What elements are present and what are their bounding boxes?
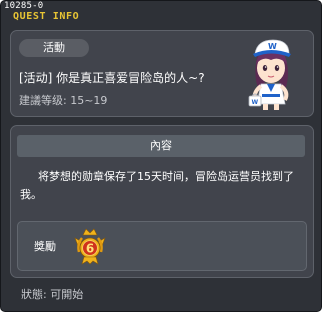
quest-description: 将梦想的勋章保存了15天时间，冒险岛运营员找到了我。 — [20, 170, 294, 201]
title-bar[interactable]: 10285-0 QUEST INFO — [1, 1, 321, 27]
quest-summary-panel: 活動 [活动] 你是真正喜爱冒险岛的人~? 建議等级: 15~19 W W — [10, 30, 314, 117]
svg-text:W: W — [268, 42, 277, 51]
quest-info-window: 10285-0 QUEST INFO 活動 [活动] 你是真正喜爱冒险岛的人~?… — [0, 0, 322, 312]
quest-type-tag: 活動 — [19, 39, 89, 57]
medal-icon[interactable]: 6 — [74, 226, 106, 266]
quest-name: [活动] 你是真正喜爱冒险岛的人~? — [19, 71, 205, 85]
quest-id: 10285-0 — [4, 1, 44, 11]
quest-status: 狀態: 可開始 — [21, 288, 84, 301]
medal-number: 6 — [86, 242, 94, 256]
recommended-level: 建議等级: 15~19 — [19, 94, 108, 107]
npc-character-portrait: W W — [248, 39, 291, 110]
window-title: QUEST INFO — [13, 11, 80, 22]
reward-box: 獎勵 6 — [17, 221, 307, 271]
reward-label: 獎勵 — [34, 240, 56, 253]
quest-content-panel: 內容 将梦想的勋章保存了15天时间，冒险岛运营员找到了我。 獎勵 6 — [10, 125, 314, 278]
content-header: 內容 — [17, 135, 305, 157]
svg-text:W: W — [252, 99, 259, 106]
